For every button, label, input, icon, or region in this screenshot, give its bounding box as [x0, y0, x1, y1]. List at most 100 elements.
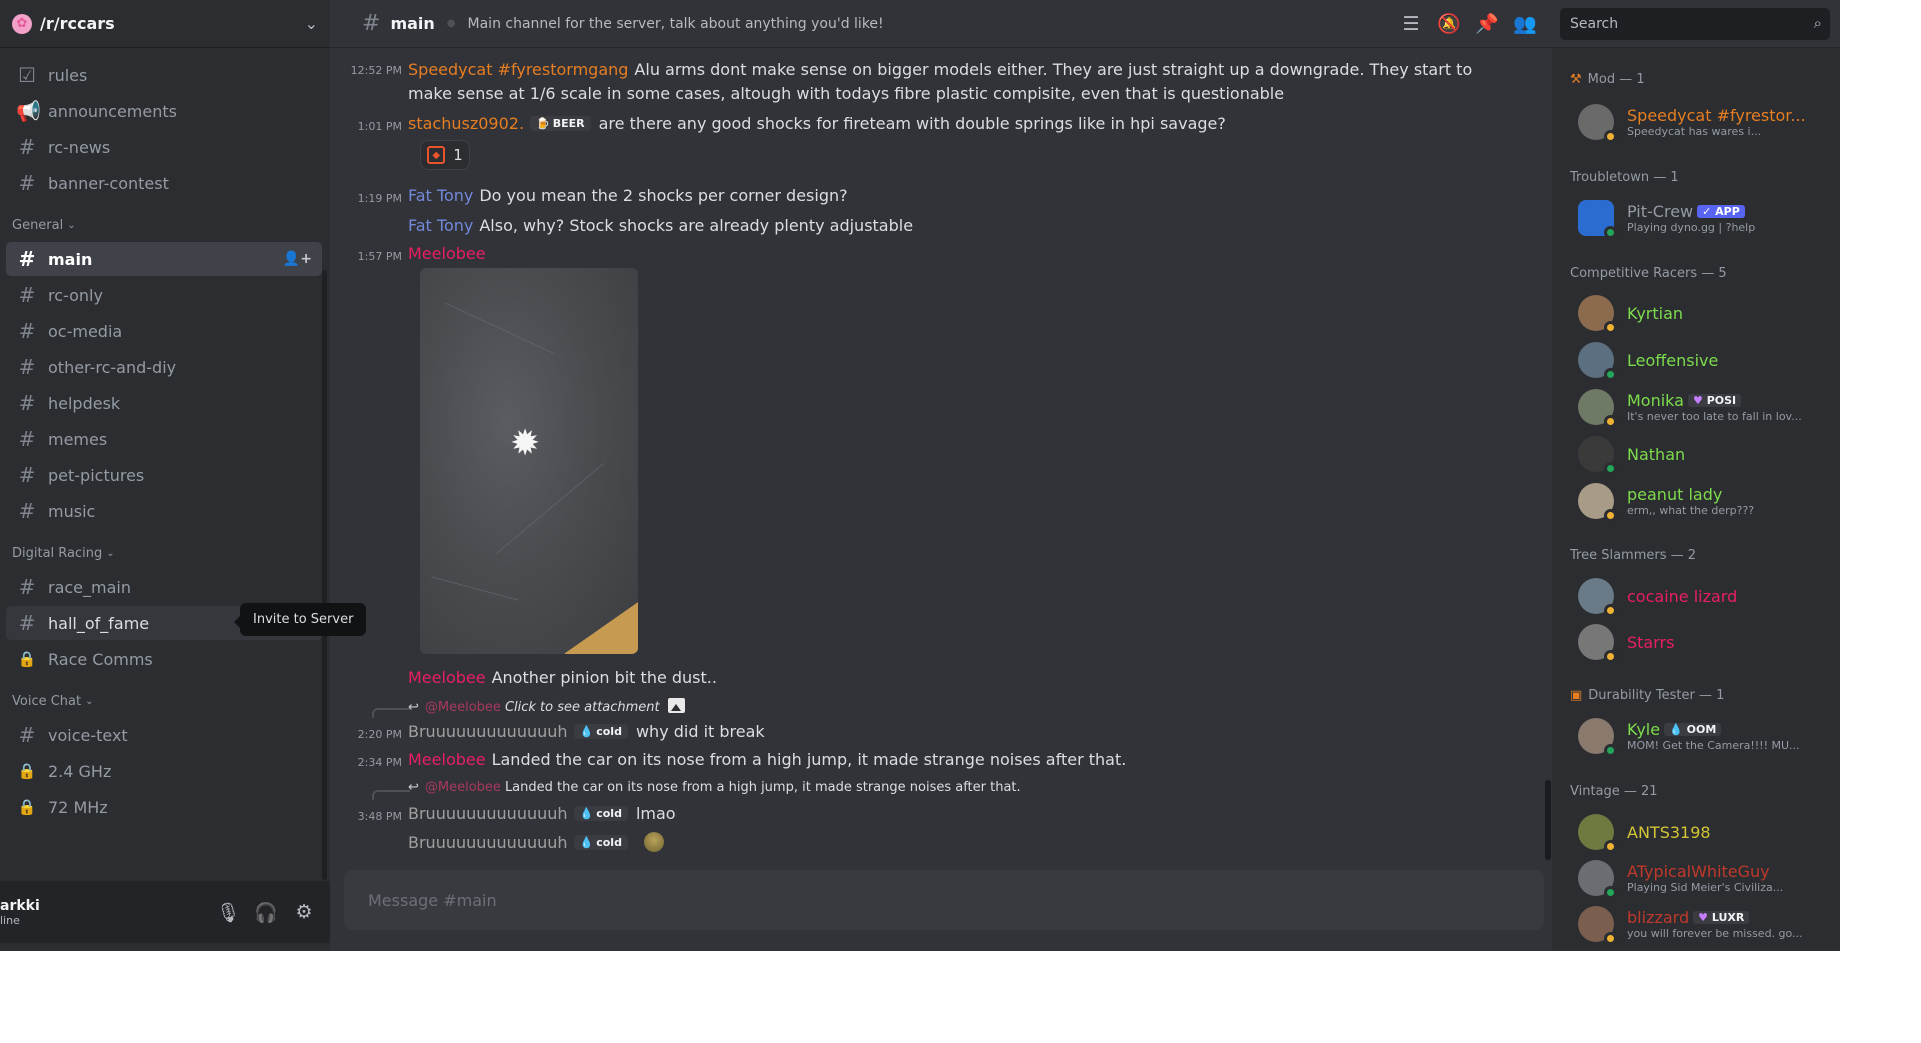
- category-voice-chat[interactable]: Voice Chat ⌄: [0, 686, 330, 716]
- member-item[interactable]: Nathan: [1578, 432, 1828, 476]
- sidebar-scrollbar[interactable]: [322, 270, 327, 880]
- hash-icon: #: [18, 135, 36, 159]
- role-badge: 🍺 BEER: [530, 116, 591, 131]
- channel-label: memes: [48, 429, 108, 449]
- message-author[interactable]: stachusz0902.: [408, 114, 524, 133]
- role-badge: 💧 cold: [573, 835, 628, 850]
- threads-icon[interactable]: ☰: [1392, 13, 1430, 35]
- message-text: Landed the car on its nose from a high j…: [491, 750, 1127, 769]
- member-item[interactable]: peanut lady erm,, what the derp???: [1578, 479, 1828, 523]
- member-group-header: Tree Slammers — 2: [1570, 548, 1697, 563]
- member-item[interactable]: ATypicalWhiteGuy Playing Sid Meier's Civi…: [1578, 856, 1828, 900]
- reply-text: Click to see attachment: [504, 700, 660, 715]
- user-name: arkki: [0, 897, 40, 914]
- headphones-icon[interactable]: 🎧: [250, 896, 282, 928]
- role-badge: 💧 cold: [573, 724, 628, 739]
- channel-memes[interactable]: # memes: [6, 422, 322, 456]
- user-info[interactable]: arkki line: [0, 898, 206, 927]
- message-author[interactable]: Meelobee: [408, 750, 486, 769]
- reply-mention: @Meelobee: [424, 780, 501, 795]
- member-item[interactable]: Kyrtian: [1578, 291, 1828, 335]
- channel-oc-media[interactable]: # oc-media: [6, 314, 322, 348]
- reply-reference[interactable]: ↩ @Meelobee Landed the car on its nose fro…: [408, 780, 1021, 795]
- notification-bell-icon[interactable]: 🔕: [1430, 12, 1468, 35]
- message-author[interactable]: Bruuuuuuuuuuuuuh: [408, 833, 568, 852]
- avatar: [1578, 718, 1617, 757]
- channel-music[interactable]: # music: [6, 494, 322, 528]
- member-name: Starrs: [1627, 632, 1675, 652]
- channel-main[interactable]: # main 👤+: [6, 242, 322, 276]
- channel-label: Race Comms: [48, 649, 153, 669]
- presence-indicator: [1604, 226, 1617, 239]
- search-input[interactable]: [1560, 7, 1830, 40]
- avatar: [1578, 814, 1617, 853]
- member-item[interactable]: cocaine lizard: [1578, 574, 1828, 618]
- reaction-count: 1: [453, 146, 463, 164]
- channel-race-comms[interactable]: 🔒 Race Comms: [6, 642, 322, 676]
- category-digital-racing[interactable]: Digital Racing ⌄: [0, 538, 330, 568]
- image-attachment[interactable]: ✹: [420, 268, 638, 654]
- channel-voice-text[interactable]: # voice-text: [6, 718, 322, 752]
- message-author[interactable]: Bruuuuuuuuuuuuuh: [408, 722, 568, 741]
- channel-pet-pictures[interactable]: # pet-pictures: [6, 458, 322, 492]
- hash-icon: #: [18, 463, 36, 487]
- message-input[interactable]: [368, 870, 1520, 930]
- megaphone-icon: 📢: [16, 99, 41, 123]
- hash-icon: #: [18, 391, 36, 415]
- image-detail: [431, 576, 519, 601]
- presence-indicator: [1604, 932, 1617, 945]
- member-item[interactable]: Speedycat #fyrestor... Speedycat has ware…: [1578, 100, 1828, 144]
- channel-label: other-rc-and-diy: [48, 357, 177, 377]
- hash-icon: #: [18, 427, 36, 451]
- message-author[interactable]: Meelobee: [408, 244, 486, 263]
- member-status: MOM! Get the Camera!!!! MU...: [1627, 739, 1800, 752]
- member-item[interactable]: blizzard ♥ LUXR you will forever be missed…: [1578, 902, 1828, 946]
- message-author[interactable]: Speedycat #fyrestormgang: [408, 60, 628, 79]
- category-general[interactable]: General ⌄: [0, 210, 330, 240]
- message-author[interactable]: Bruuuuuuuuuuuuuh: [408, 804, 568, 823]
- channel-announcements[interactable]: 📢 announcements: [6, 94, 322, 128]
- channel-banner-contest[interactable]: # banner-contest: [6, 166, 322, 200]
- hash-icon: #: [18, 247, 36, 271]
- chevron-down-icon[interactable]: ⌄: [305, 14, 318, 33]
- member-item[interactable]: Starrs: [1578, 620, 1828, 664]
- messages-scrollbar[interactable]: [1545, 780, 1551, 860]
- chevron-down-icon: ⌄: [67, 219, 76, 231]
- beer-icon: 🍺: [536, 117, 550, 130]
- member-name: Kyle 💧 OOM: [1627, 720, 1827, 739]
- message-author[interactable]: Fat Tony: [408, 216, 473, 235]
- member-item[interactable]: Leoffensive: [1578, 338, 1828, 382]
- microphone-icon[interactable]: 🎙: [212, 896, 244, 928]
- message-author[interactable]: Fat Tony: [408, 186, 473, 205]
- server-header[interactable]: ✿ /r/rccars ⌄: [0, 0, 330, 48]
- channel-label: main: [48, 249, 93, 269]
- channel-topic[interactable]: Main channel for the server, talk about …: [468, 16, 1392, 32]
- avatar: [1578, 436, 1617, 475]
- channel-rc-news[interactable]: # rc-news: [6, 130, 322, 164]
- reply-reference[interactable]: ↩ @Meelobee Click to see attachment: [408, 698, 685, 715]
- member-item[interactable]: Monika ♥ POSI It's never too late to fall …: [1578, 385, 1828, 429]
- heart-icon: ♥: [1698, 911, 1708, 924]
- invite-icon[interactable]: 👤+: [283, 251, 312, 267]
- channel-other-rc-and-diy[interactable]: # other-rc-and-diy: [6, 350, 322, 384]
- member-item[interactable]: Kyle 💧 OOM MOM! Get the Camera!!!! MU...: [1578, 714, 1828, 758]
- channel-header: # main ● Main channel for the server, ta…: [330, 0, 1840, 48]
- channel-rc-only[interactable]: # rc-only: [6, 278, 322, 312]
- channel-2-4-ghz[interactable]: 🔒 2.4 GHz: [6, 754, 322, 788]
- reaction-chip[interactable]: ◆ 1: [420, 140, 470, 170]
- channel-helpdesk[interactable]: # helpdesk: [6, 386, 322, 420]
- pin-icon[interactable]: 📌: [1468, 12, 1506, 35]
- channel-rules[interactable]: ☑ rules: [6, 58, 322, 92]
- category-label: Voice Chat: [12, 693, 82, 709]
- member-list-icon[interactable]: 👥: [1506, 12, 1544, 35]
- message-author[interactable]: Meelobee: [408, 668, 486, 687]
- member-item[interactable]: ANTS3198: [1578, 810, 1828, 854]
- channel-label: rules: [48, 65, 88, 85]
- gear-icon[interactable]: ⚙: [288, 896, 320, 928]
- message-content: stachusz0902. 🍺 BEER are there any good sho…: [408, 114, 1226, 133]
- channel-72-mhz[interactable]: 🔒 72 MHz: [6, 790, 322, 824]
- channel-race-main[interactable]: # race_main: [6, 570, 322, 604]
- member-item[interactable]: Pit-Crew ✓ APP Playing dyno.gg | ?help: [1578, 196, 1828, 240]
- hash-icon: #: [18, 611, 36, 635]
- presence-indicator: [1604, 744, 1617, 757]
